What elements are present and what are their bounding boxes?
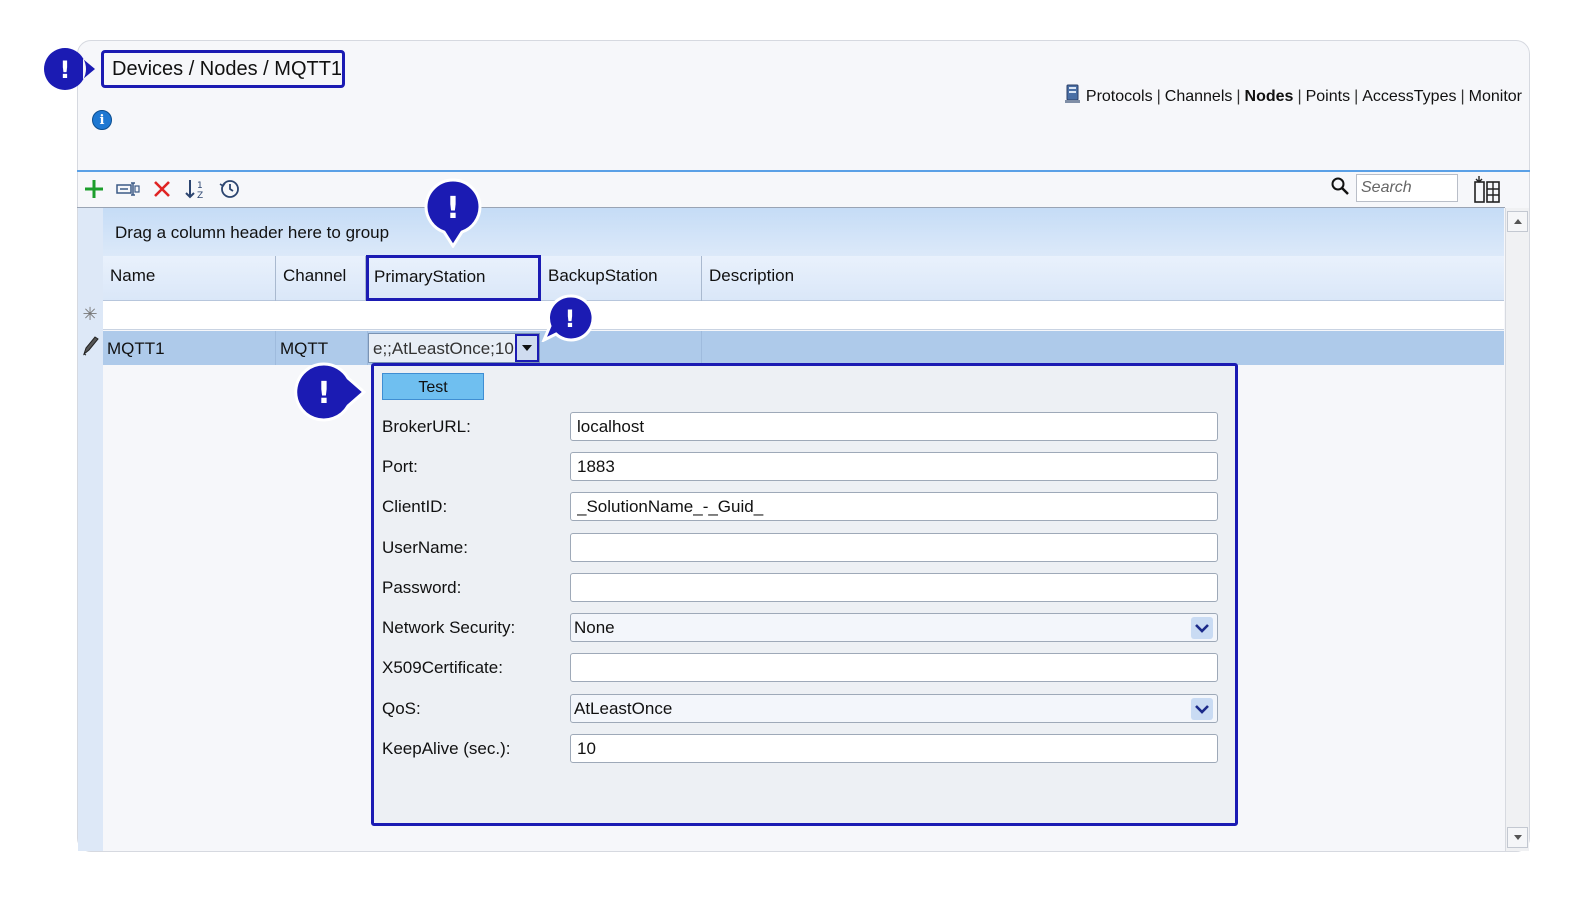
callout-glyph: ! bbox=[60, 56, 71, 84]
chevron-down-icon[interactable] bbox=[1191, 617, 1213, 639]
clientid-label: ClientID: bbox=[382, 497, 448, 516]
clientid-input[interactable] bbox=[570, 492, 1218, 521]
new-row-icon: ✳ bbox=[82, 304, 98, 324]
callout-breadcrumb-icon: ! bbox=[43, 46, 95, 97]
port-label: Port: bbox=[382, 457, 418, 476]
keepalive-input[interactable] bbox=[570, 734, 1218, 763]
dropdown-button[interactable] bbox=[515, 334, 539, 362]
column-header-channel[interactable]: Channel bbox=[276, 256, 366, 301]
delete-icon[interactable] bbox=[150, 177, 174, 201]
nav-separator: | bbox=[1297, 87, 1302, 105]
cell-description[interactable] bbox=[702, 331, 1504, 365]
test-button[interactable]: Test bbox=[382, 373, 484, 400]
toolbar: 1Z bbox=[82, 176, 242, 202]
callout-dropdown-icon: ! bbox=[540, 294, 595, 347]
callout-glyph: ! bbox=[317, 376, 331, 411]
info-icon[interactable]: i bbox=[92, 110, 112, 130]
rename-icon[interactable] bbox=[116, 177, 140, 201]
vertical-scrollbar[interactable] bbox=[1505, 208, 1529, 851]
nav-protocols[interactable]: Protocols bbox=[1086, 88, 1153, 106]
grid-header-row: Name Channel PrimaryStation BackupStatio… bbox=[103, 255, 1504, 301]
scroll-down-icon[interactable] bbox=[1507, 827, 1528, 848]
sort-icon[interactable]: 1Z bbox=[184, 177, 208, 201]
svg-text:1: 1 bbox=[197, 181, 203, 191]
nav-separator: | bbox=[1236, 87, 1241, 105]
history-icon[interactable] bbox=[218, 177, 242, 201]
top-nav: Protocols | Channels | Nodes | Points | … bbox=[1064, 84, 1522, 109]
callout-column-icon: ! bbox=[424, 178, 482, 253]
new-row[interactable] bbox=[103, 301, 1504, 330]
table-row[interactable]: MQTT1 MQTT bbox=[103, 331, 1504, 365]
caret-down-icon bbox=[522, 345, 532, 351]
field-row-password: Password: bbox=[382, 573, 1222, 603]
nav-nodes[interactable]: Nodes bbox=[1245, 88, 1294, 106]
pencil-icon bbox=[80, 334, 100, 358]
callout-glyph: ! bbox=[446, 191, 460, 226]
nav-channels[interactable]: Channels bbox=[1165, 88, 1233, 106]
field-row-qos: QoS: AtLeastOnce bbox=[382, 694, 1222, 724]
username-label: UserName: bbox=[382, 538, 468, 557]
nav-monitor[interactable]: Monitor bbox=[1469, 88, 1522, 106]
scroll-up-icon[interactable] bbox=[1507, 211, 1528, 232]
password-label: Password: bbox=[382, 578, 462, 597]
add-icon[interactable] bbox=[82, 177, 106, 201]
field-row-x509: X509Certificate: bbox=[382, 653, 1222, 683]
x509-label: X509Certificate: bbox=[382, 658, 503, 677]
brokerurl-input[interactable] bbox=[570, 412, 1218, 441]
keepalive-label: KeepAlive (sec.): bbox=[382, 739, 511, 758]
password-input[interactable] bbox=[570, 573, 1218, 602]
nav-separator: | bbox=[1156, 87, 1161, 105]
header-divider bbox=[77, 170, 1530, 172]
callout-glyph: ! bbox=[565, 305, 576, 333]
search-input[interactable] bbox=[1356, 174, 1458, 202]
column-chooser-icon[interactable] bbox=[1472, 176, 1502, 204]
x509-input[interactable] bbox=[570, 653, 1218, 682]
chevron-down-icon[interactable] bbox=[1191, 698, 1213, 720]
nav-points[interactable]: Points bbox=[1306, 88, 1350, 106]
qos-label: QoS: bbox=[382, 699, 421, 718]
callout-test-icon: ! bbox=[294, 362, 367, 427]
nav-separator: | bbox=[1460, 87, 1465, 105]
group-panel[interactable]: Drag a column header here to group bbox=[103, 208, 1504, 256]
field-row-clientid: ClientID: bbox=[382, 492, 1222, 522]
qos-select[interactable]: AtLeastOnce bbox=[570, 694, 1218, 723]
primarystation-editor[interactable]: e;;AtLeastOnce;10 bbox=[368, 333, 540, 363]
network-security-label: Network Security: bbox=[382, 618, 516, 637]
primarystation-value: e;;AtLeastOnce;10 bbox=[373, 339, 514, 358]
server-icon bbox=[1064, 84, 1082, 109]
nav-separator: | bbox=[1354, 87, 1359, 105]
field-row-network-security: Network Security: None bbox=[382, 613, 1222, 643]
svg-text:Z: Z bbox=[197, 191, 203, 201]
field-row-keepalive: KeepAlive (sec.): bbox=[382, 734, 1222, 764]
nav-accesstypes[interactable]: AccessTypes bbox=[1362, 88, 1456, 106]
breadcrumb: Devices / Nodes / MQTT1 bbox=[101, 50, 345, 88]
cell-name[interactable]: MQTT1 bbox=[103, 331, 276, 365]
field-row-port: Port: bbox=[382, 452, 1222, 482]
network-security-value: None bbox=[574, 618, 615, 637]
search-area bbox=[1330, 174, 1458, 202]
network-security-select[interactable]: None bbox=[570, 613, 1218, 642]
field-row-username: UserName: bbox=[382, 533, 1222, 563]
column-header-primarystation[interactable]: PrimaryStation bbox=[366, 255, 541, 301]
port-input[interactable] bbox=[570, 452, 1218, 481]
search-icon bbox=[1330, 176, 1350, 201]
cell-channel[interactable]: MQTT bbox=[276, 331, 368, 365]
username-input[interactable] bbox=[570, 533, 1218, 562]
column-header-name[interactable]: Name bbox=[103, 256, 276, 301]
qos-value: AtLeastOnce bbox=[574, 699, 673, 718]
field-row-brokerurl: BrokerURL: bbox=[382, 412, 1222, 442]
column-header-description[interactable]: Description bbox=[702, 256, 1504, 301]
brokerurl-label: BrokerURL: bbox=[382, 417, 471, 436]
station-editor-popup: Test BrokerURL: Port: ClientID: UserName… bbox=[371, 363, 1238, 826]
